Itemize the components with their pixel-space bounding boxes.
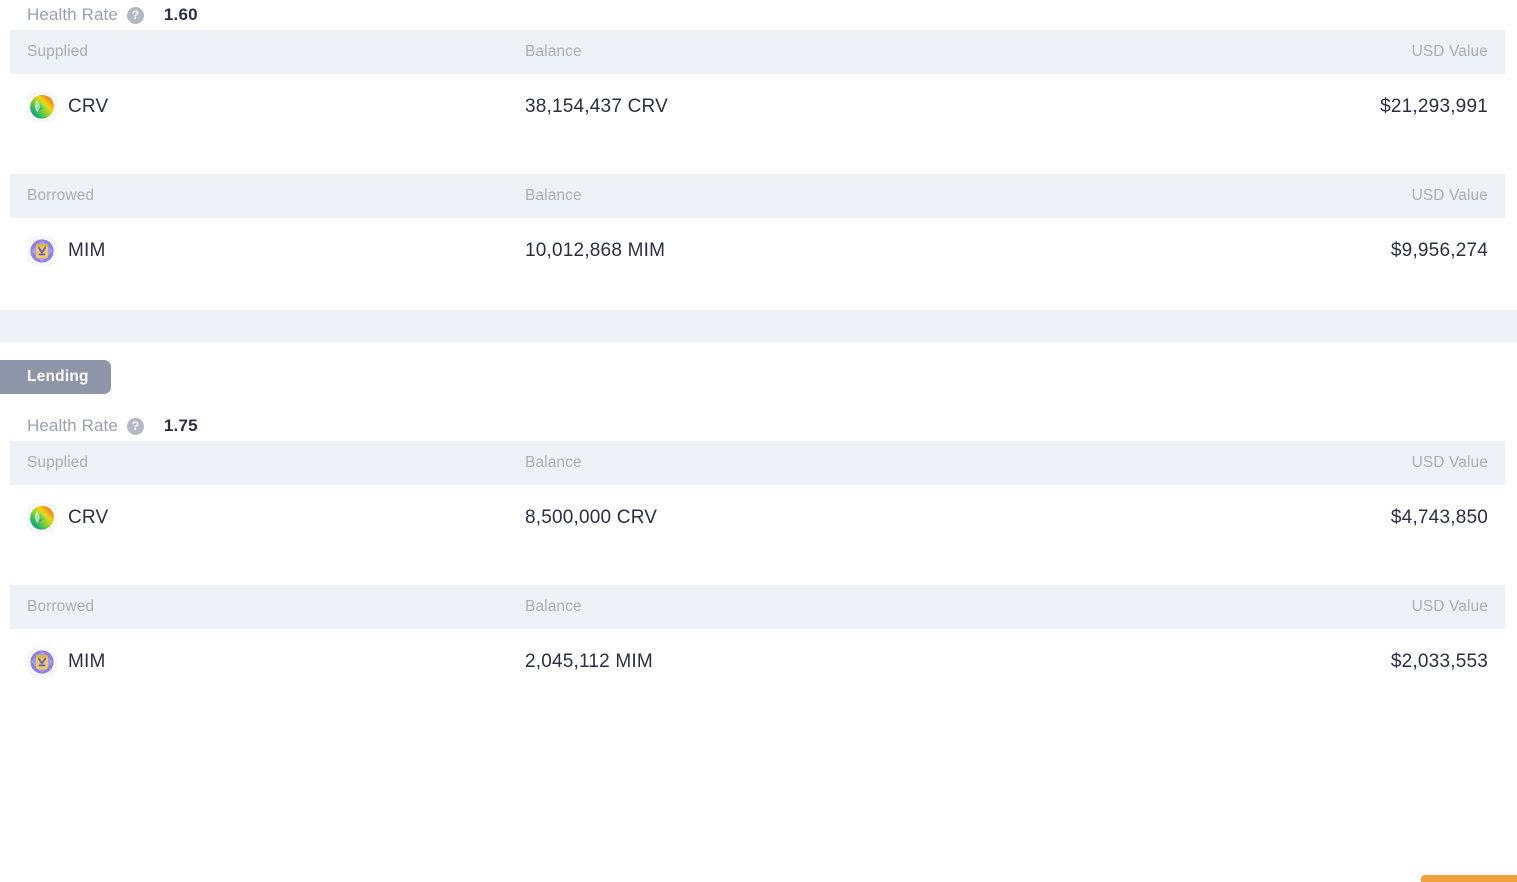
status-badge[interactable]: Lending: [0, 360, 111, 394]
health-rate-label: Health Rate: [27, 416, 118, 436]
column-header-usd-value: USD Value: [985, 43, 1505, 61]
chart-bar-accent: [1421, 875, 1517, 882]
table-header-row: Borrowed Balance USD Value: [10, 585, 1505, 629]
column-header-balance: Balance: [525, 454, 985, 472]
position-section-1: Health Rate ? 1.60 Supplied Balance USD …: [0, 0, 1517, 284]
balance-cell: 2,045,112 MIM: [525, 651, 985, 673]
supplied-table: Supplied Balance USD Value: [10, 30, 1505, 140]
table-spacer: [0, 140, 1517, 174]
table-row[interactable]: MIM 2,045,112 MIM $2,033,553: [10, 629, 1505, 695]
badge-spacer: [0, 398, 1517, 411]
health-rate-row: Health Rate ? 1.60: [0, 0, 1517, 30]
crv-token-icon: [27, 92, 57, 122]
crv-token-icon: [27, 503, 57, 533]
balance-cell: 10,012,868 MIM: [525, 240, 985, 262]
column-header-asset: Borrowed: [10, 598, 525, 616]
balance-cell: 8,500,000 CRV: [525, 507, 985, 529]
usd-value-cell: $21,293,991: [985, 96, 1505, 118]
usd-value-cell: $9,956,274: [985, 240, 1505, 262]
dashboard-page: Health Rate ? 1.60 Supplied Balance USD …: [0, 0, 1517, 882]
health-rate-row: Health Rate ? 1.75: [0, 411, 1517, 441]
table-header-row: Supplied Balance USD Value: [10, 30, 1505, 74]
section-badge-wrap: Lending: [0, 342, 1517, 398]
balance-cell: 38,154,437 CRV: [525, 96, 985, 118]
asset-symbol: CRV: [68, 96, 108, 118]
asset-symbol: MIM: [68, 651, 106, 673]
section-divider-band: [0, 310, 1517, 342]
borrowed-table: Borrowed Balance USD Value MIM: [10, 174, 1505, 284]
health-rate-label: Health Rate: [27, 5, 118, 25]
column-header-balance: Balance: [525, 43, 985, 61]
column-header-asset: Supplied: [10, 43, 525, 61]
usd-value-cell: $4,743,850: [985, 507, 1505, 529]
health-rate-value: 1.60: [164, 5, 198, 25]
position-section-2: Lending Health Rate ? 1.75 Supplied Bala…: [0, 342, 1517, 695]
table-header-row: Supplied Balance USD Value: [10, 441, 1505, 485]
asset-cell: CRV: [10, 503, 525, 533]
column-header-balance: Balance: [525, 187, 985, 205]
help-icon[interactable]: ?: [127, 7, 144, 24]
asset-symbol: CRV: [68, 507, 108, 529]
column-header-asset: Borrowed: [10, 187, 525, 205]
help-icon[interactable]: ?: [127, 418, 144, 435]
asset-symbol: MIM: [68, 240, 106, 262]
asset-cell: MIM: [10, 236, 525, 266]
table-row[interactable]: CRV 8,500,000 CRV $4,743,850: [10, 485, 1505, 551]
table-row[interactable]: MIM 10,012,868 MIM $9,956,274: [10, 218, 1505, 284]
usd-value-cell: $2,033,553: [985, 651, 1505, 673]
mim-token-icon: [27, 236, 57, 266]
table-spacer: [0, 551, 1517, 585]
column-header-asset: Supplied: [10, 454, 525, 472]
column-header-usd-value: USD Value: [985, 598, 1505, 616]
supplied-table: Supplied Balance USD Value CRV 8,500,000…: [10, 441, 1505, 551]
asset-cell: MIM: [10, 647, 525, 677]
section-spacer: [0, 284, 1517, 310]
table-row[interactable]: CRV 38,154,437 CRV $21,293,991: [10, 74, 1505, 140]
column-header-balance: Balance: [525, 598, 985, 616]
table-header-row: Borrowed Balance USD Value: [10, 174, 1505, 218]
borrowed-table: Borrowed Balance USD Value MIM: [10, 585, 1505, 695]
mim-token-icon: [27, 647, 57, 677]
asset-cell: CRV: [10, 92, 525, 122]
column-header-usd-value: USD Value: [985, 187, 1505, 205]
health-rate-value: 1.75: [164, 416, 198, 436]
column-header-usd-value: USD Value: [985, 454, 1505, 472]
